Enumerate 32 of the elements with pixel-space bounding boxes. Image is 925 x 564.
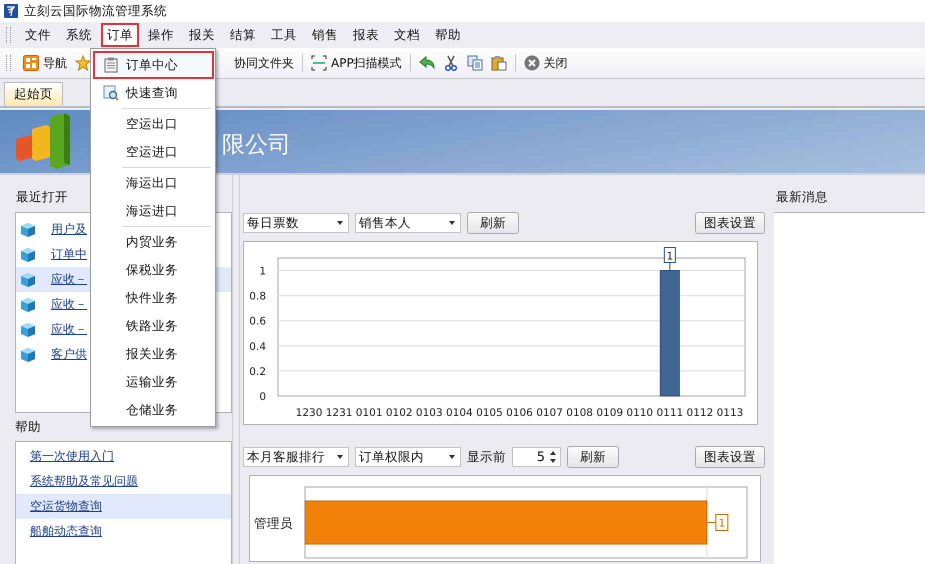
x-tick-label: 1231 bbox=[326, 407, 352, 419]
x-tick-label: 0107 bbox=[536, 407, 563, 419]
y-tick-label: 0.4 bbox=[249, 340, 266, 353]
x-tick-label: 0111 bbox=[656, 407, 684, 419]
data-label: 1 bbox=[706, 514, 728, 531]
x-tick-label: 0102 bbox=[386, 407, 413, 419]
y-tick-label: 1 bbox=[259, 266, 266, 278]
category-label: 管理员 bbox=[254, 516, 293, 530]
data-label: 1 bbox=[666, 250, 674, 263]
data-label: 1 bbox=[718, 518, 726, 530]
y-tick-label: 0.8 bbox=[249, 290, 266, 303]
section-title: 最新消息 bbox=[775, 188, 828, 206]
x-tick-label: 0101 bbox=[356, 407, 383, 419]
y-tick-label: 0 bbox=[259, 391, 266, 403]
y-tick-label: 0.2 bbox=[249, 366, 266, 378]
x-tick-label: 0108 bbox=[566, 407, 593, 419]
x-tick-label: 0109 bbox=[596, 407, 624, 419]
x-tick-label: 0105 bbox=[476, 407, 503, 419]
x-tick-label: 1230 bbox=[296, 407, 322, 419]
x-tick-label: 0113 bbox=[716, 407, 744, 419]
section-title: 最近打开 bbox=[15, 188, 68, 206]
company-name: 限公司 bbox=[222, 131, 291, 160]
x-tick-label: 0110 bbox=[626, 407, 654, 419]
top-label: 显示前 bbox=[467, 448, 506, 466]
data-label: 1 bbox=[664, 247, 676, 272]
x-tick-label: 0103 bbox=[416, 407, 443, 419]
y-tick-label: 0.6 bbox=[249, 316, 266, 328]
section-title: 帮助 bbox=[14, 418, 41, 436]
window-title: 立刻云国际物流管理系统 bbox=[24, 2, 167, 20]
x-tick-label: 0104 bbox=[446, 407, 473, 419]
x-tick-label: 0112 bbox=[686, 407, 714, 419]
x-tick-label: 0106 bbox=[506, 407, 533, 419]
